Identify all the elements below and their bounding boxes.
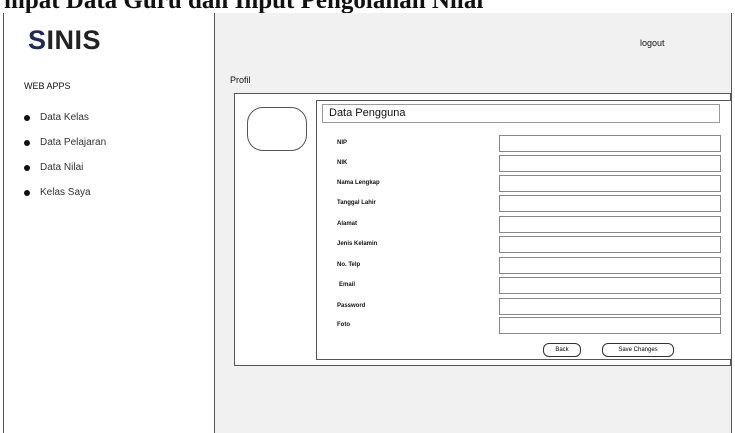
back-button[interactable]: Back bbox=[543, 343, 581, 357]
form-row-no-telp: No. Telp bbox=[317, 256, 733, 276]
save-changes-button[interactable]: Save Changes bbox=[602, 343, 674, 357]
sidebar: SINIS WEB APPS Data Kelas Data Pelajaran… bbox=[4, 13, 215, 433]
main-content: logout Profil Data Pengguna NIP NIK Nama… bbox=[215, 13, 732, 433]
form-row-password: Password bbox=[317, 297, 733, 317]
field-label: Email bbox=[339, 282, 356, 288]
sidebar-item-data-nilai[interactable]: Data Nilai bbox=[24, 155, 106, 180]
sidebar-item-label: Data Nilai bbox=[40, 162, 84, 173]
sidebar-nav: Data Kelas Data Pelajaran Data Nilai Kel… bbox=[24, 105, 106, 205]
sidebar-item-kelas-saya[interactable]: Kelas Saya bbox=[24, 180, 106, 205]
field-label: Alamat bbox=[337, 221, 358, 227]
avatar-placeholder bbox=[247, 107, 307, 151]
sidebar-item-data-pelajaran[interactable]: Data Pelajaran bbox=[24, 130, 106, 155]
bullet-icon bbox=[24, 164, 30, 171]
gender-field[interactable] bbox=[499, 236, 721, 253]
field-label: Tanggal Lahir bbox=[337, 200, 376, 206]
field-label: NIK bbox=[337, 160, 348, 166]
app-logo: SINIS bbox=[28, 25, 101, 56]
sidebar-section-label: WEB APPS bbox=[24, 81, 71, 91]
form-row-alamat: Alamat bbox=[317, 215, 733, 235]
logo-initial: S bbox=[28, 25, 47, 55]
field-label: Nama Lengkap bbox=[337, 180, 380, 186]
address-field[interactable] bbox=[499, 216, 721, 233]
page-title: Profil bbox=[230, 75, 251, 85]
bullet-icon bbox=[24, 114, 30, 121]
email-field[interactable] bbox=[499, 277, 721, 294]
form-row-email: Email bbox=[317, 276, 733, 296]
form-row-nik: NIK bbox=[317, 154, 733, 174]
sidebar-item-label: Data Pelajaran bbox=[40, 137, 107, 148]
full-name-field[interactable] bbox=[499, 175, 721, 192]
field-label: Foto bbox=[337, 322, 350, 328]
field-label: NIP bbox=[337, 140, 348, 146]
form-row-nip: NIP bbox=[317, 134, 733, 154]
bullet-icon bbox=[24, 189, 30, 196]
field-label: No. Telp bbox=[337, 262, 361, 268]
panel-title: Data Pengguna bbox=[322, 104, 720, 123]
photo-field[interactable] bbox=[499, 317, 721, 334]
user-data-panel: Data Pengguna NIP NIK Nama Lengkap Tangg… bbox=[316, 100, 732, 360]
password-field[interactable] bbox=[499, 298, 721, 315]
profile-card: Data Pengguna NIP NIK Nama Lengkap Tangg… bbox=[234, 93, 732, 366]
logout-link[interactable]: logout bbox=[640, 38, 665, 48]
bullet-icon bbox=[24, 139, 30, 146]
form-row-foto: Foto bbox=[317, 316, 733, 336]
form-row-jenis-kelamin: Jenis Kelamin bbox=[317, 235, 733, 255]
app-window: SINIS WEB APPS Data Kelas Data Pelajaran… bbox=[3, 13, 732, 433]
field-label: Password bbox=[337, 303, 366, 309]
sidebar-item-data-kelas[interactable]: Data Kelas bbox=[24, 105, 106, 130]
sidebar-item-label: Data Kelas bbox=[40, 112, 89, 123]
form-row-tanggal-lahir: Tanggal Lahir bbox=[317, 194, 733, 214]
logo-rest: INIS bbox=[46, 25, 102, 55]
phone-field[interactable] bbox=[499, 257, 721, 274]
birth-date-field[interactable] bbox=[499, 195, 721, 212]
field-label: Jenis Kelamin bbox=[337, 241, 378, 247]
sidebar-item-label: Kelas Saya bbox=[40, 187, 91, 198]
nik-field[interactable] bbox=[499, 155, 721, 172]
form-row-nama-lengkap: Nama Lengkap bbox=[317, 174, 733, 194]
nip-field[interactable] bbox=[499, 135, 721, 152]
